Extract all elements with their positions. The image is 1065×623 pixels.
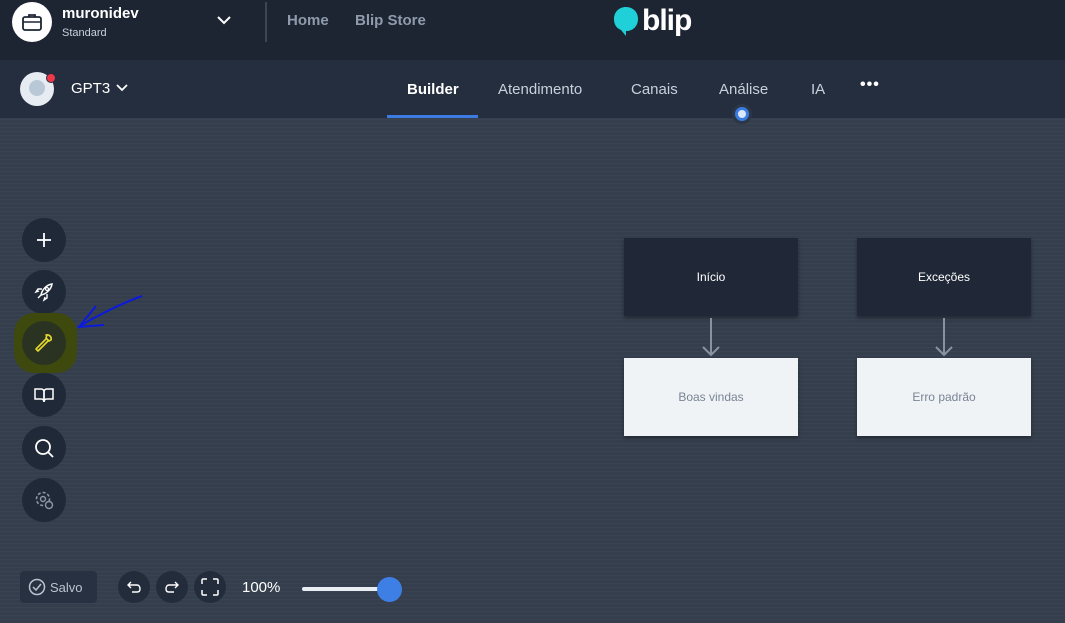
org-switcher-button[interactable] [214,10,234,30]
bot-settings-button[interactable] [22,478,66,522]
fullscreen-button[interactable] [194,571,226,603]
block-inicio[interactable]: Início [624,238,798,316]
tab-builder[interactable]: Builder [407,81,459,98]
chevron-down-icon[interactable] [116,84,128,92]
org-plan: Standard [62,27,107,39]
block-erro-padrao[interactable]: Erro padrão [857,358,1031,436]
status-badge [46,73,56,83]
settings-tools-button[interactable] [22,321,66,365]
bot-bar: GPT3 Builder Atendimento Canais Análise … [0,60,1065,118]
zoom-level: 100% [242,579,281,596]
wrench-icon [35,334,52,352]
redo-button[interactable] [156,571,188,603]
documentation-button[interactable] [22,373,66,417]
annotation-arrow [76,295,143,329]
plus-icon [37,233,51,247]
org-avatar[interactable] [12,2,52,42]
search-icon [35,439,54,458]
rocket-icon [34,283,53,302]
block-boas-vindas[interactable]: Boas vindas [624,358,798,436]
zoom-slider-thumb[interactable] [377,577,402,602]
fullscreen-icon [201,578,219,596]
gear-icon [35,491,54,510]
undo-icon [127,581,141,593]
add-block-button[interactable] [22,218,66,262]
notification-dot-inner [738,110,746,118]
tab-canais[interactable]: Canais [631,81,678,98]
chat-bubble-icon [29,80,45,96]
briefcase-icon [22,14,42,31]
more-tabs-button[interactable]: ••• [860,76,880,94]
block-excecoes[interactable]: Exceções [857,238,1031,316]
tab-atendimento[interactable]: Atendimento [498,81,582,98]
top-bar: muronidev Standard Home Blip Store blip [0,0,1065,60]
saved-status: Salvo [20,571,97,603]
search-button[interactable] [22,426,66,470]
bot-name[interactable]: GPT3 [71,80,110,97]
book-icon [34,388,54,403]
logo-text: blip [642,4,692,37]
connector-arrowhead [702,346,720,357]
nav-home-link[interactable]: Home [287,12,329,29]
publish-button[interactable] [22,270,66,314]
tab-ia[interactable]: IA [811,81,825,98]
connector-arrowhead [935,346,953,357]
redo-icon [165,581,179,593]
tab-analise[interactable]: Análise [719,81,768,98]
blip-logo-icon [614,7,638,36]
zoom-slider-track[interactable] [302,587,389,591]
chevron-down-icon [217,15,231,24]
org-name: muronidev [62,5,139,22]
check-circle-icon [28,578,46,596]
notification-dot[interactable] [732,104,752,124]
divider [265,2,267,42]
undo-button[interactable] [118,571,150,603]
saved-label: Salvo [50,579,83,595]
blip-logo[interactable]: blip [612,4,692,38]
nav-blip-store-link[interactable]: Blip Store [355,12,426,29]
